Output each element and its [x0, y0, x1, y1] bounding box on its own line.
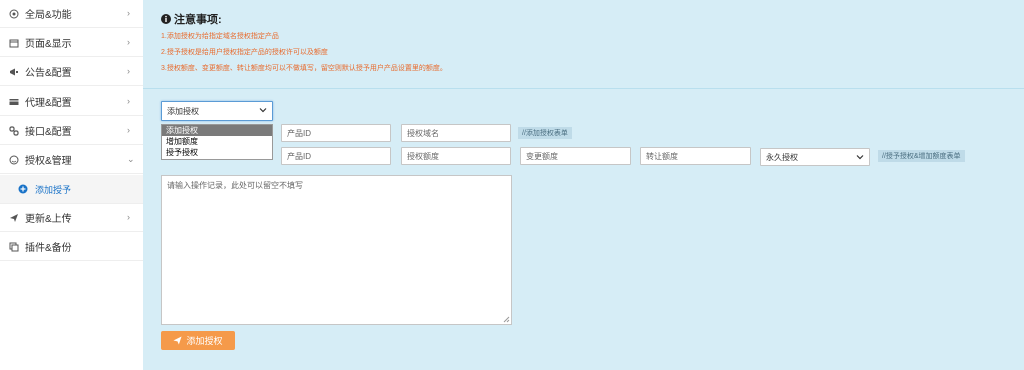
- smile-icon: [9, 155, 19, 165]
- action-select-value: 添加授权: [167, 106, 199, 116]
- notice-line-3: 3.授权额度、变更额度、转让额度均可以不做填写，留空则默认授予用户产品设置里的额…: [161, 65, 447, 72]
- quota-input[interactable]: 授权额度: [401, 147, 511, 165]
- product-id-placeholder: 产品ID: [287, 128, 311, 138]
- license-type-value: 永久授权: [766, 152, 798, 162]
- dropdown-option-grant[interactable]: 授予授权: [162, 147, 272, 158]
- link-icon: [9, 125, 19, 136]
- send-icon: [173, 336, 183, 345]
- product-id-input[interactable]: 产品ID: [281, 124, 391, 142]
- grant-product-id-placeholder: 产品ID: [287, 151, 311, 161]
- notice-line-1: 1.添加授权为给指定域名授权指定产品: [161, 33, 279, 40]
- chevron-down-icon: [856, 155, 864, 160]
- sidebar-item-label: 页面&显示: [25, 39, 72, 50]
- globe-icon: [9, 9, 19, 19]
- notice-panel: 注意事项: 1.添加授权为给指定域名授权指定产品 2.授予授权是给用户授权指定产…: [143, 0, 1024, 89]
- quota-placeholder: 授权额度: [407, 151, 439, 161]
- sidebar-item-agent[interactable]: 代理&配置 ›: [0, 88, 143, 116]
- chevron-right-icon: ›: [127, 125, 130, 135]
- note-textarea[interactable]: 请输入操作记录，此处可以留空不填写: [161, 175, 512, 325]
- sidebar-item-label: 公告&配置: [25, 68, 72, 79]
- grant-product-id-input[interactable]: 产品ID: [281, 147, 391, 165]
- page-icon: [9, 38, 19, 48]
- license-type-select[interactable]: 永久授权: [760, 148, 870, 166]
- add-form-hint: //添加授权表单: [518, 127, 572, 139]
- sidebar-item-label: 全局&功能: [25, 10, 72, 21]
- add-license-button[interactable]: 添加授权: [161, 331, 235, 350]
- chevron-down-icon: [259, 108, 267, 113]
- sidebar-item-global[interactable]: 全局&功能 ›: [0, 0, 143, 28]
- action-dropdown-list: 添加授权 增加额度 授予授权: [161, 124, 273, 160]
- chevron-right-icon: ›: [127, 66, 130, 76]
- info-icon: [161, 14, 171, 24]
- sidebar: 全局&功能 › 页面&显示 › 公告&配置 › 代理&配置 › 接口&配置 › …: [0, 0, 144, 370]
- chevron-right-icon: ›: [127, 212, 130, 222]
- domain-placeholder: 授权域名: [407, 128, 439, 138]
- sidebar-item-plugins[interactable]: 插件&备份: [0, 233, 143, 261]
- plus-circle-icon: [18, 184, 28, 194]
- dropdown-option-increase[interactable]: 增加额度: [162, 136, 272, 147]
- domain-input[interactable]: 授权域名: [401, 124, 511, 142]
- send-icon: [9, 213, 19, 223]
- dropdown-option-add[interactable]: 添加授权: [162, 125, 272, 136]
- notice-line-2: 2.授予授权是给用户授权指定产品的授权许可以及额度: [161, 49, 328, 56]
- sidebar-item-add-grant[interactable]: 添加授予: [0, 175, 143, 204]
- copy-icon: [9, 242, 19, 252]
- notice-title-text: 注意事项:: [174, 14, 222, 26]
- credit-card-icon: [9, 97, 19, 107]
- grant-form-hint: //授予授权&增加额度表单: [878, 150, 965, 162]
- sidebar-item-pages[interactable]: 页面&显示 ›: [0, 29, 143, 57]
- chevron-right-icon: ›: [127, 8, 130, 18]
- resize-grip-icon[interactable]: [503, 316, 510, 323]
- note-placeholder: 请输入操作记录，此处可以留空不填写: [167, 181, 303, 190]
- notice-title: 注意事项:: [161, 11, 222, 27]
- chevron-right-icon: ›: [127, 96, 130, 106]
- transfer-quota-placeholder: 转让额度: [646, 151, 678, 161]
- change-quota-input[interactable]: 变更额度: [520, 147, 631, 165]
- add-license-button-label: 添加授权: [186, 336, 223, 346]
- sidebar-item-label: 授权&管理: [25, 156, 72, 167]
- sidebar-item-announcement[interactable]: 公告&配置 ›: [0, 58, 143, 86]
- chevron-right-icon: ›: [127, 37, 130, 47]
- sidebar-item-update[interactable]: 更新&上传 ›: [0, 204, 143, 232]
- change-quota-placeholder: 变更额度: [526, 151, 558, 161]
- sidebar-item-api[interactable]: 接口&配置 ›: [0, 117, 143, 145]
- main-content: 注意事项: 1.添加授权为给指定域名授权指定产品 2.授予授权是给用户授权指定产…: [143, 0, 1024, 370]
- sidebar-item-label: 代理&配置: [25, 98, 72, 109]
- chevron-down-icon: ⌄: [127, 154, 135, 164]
- sidebar-item-label: 更新&上传: [25, 214, 72, 225]
- action-select[interactable]: 添加授权: [161, 101, 273, 121]
- sidebar-item-label: 添加授予: [35, 184, 72, 195]
- megaphone-icon: [9, 67, 19, 77]
- sidebar-item-label: 接口&配置: [25, 127, 72, 138]
- transfer-quota-input[interactable]: 转让额度: [640, 147, 751, 165]
- sidebar-item-license[interactable]: 授权&管理 ⌄: [0, 146, 143, 174]
- sidebar-item-label: 插件&备份: [25, 243, 72, 254]
